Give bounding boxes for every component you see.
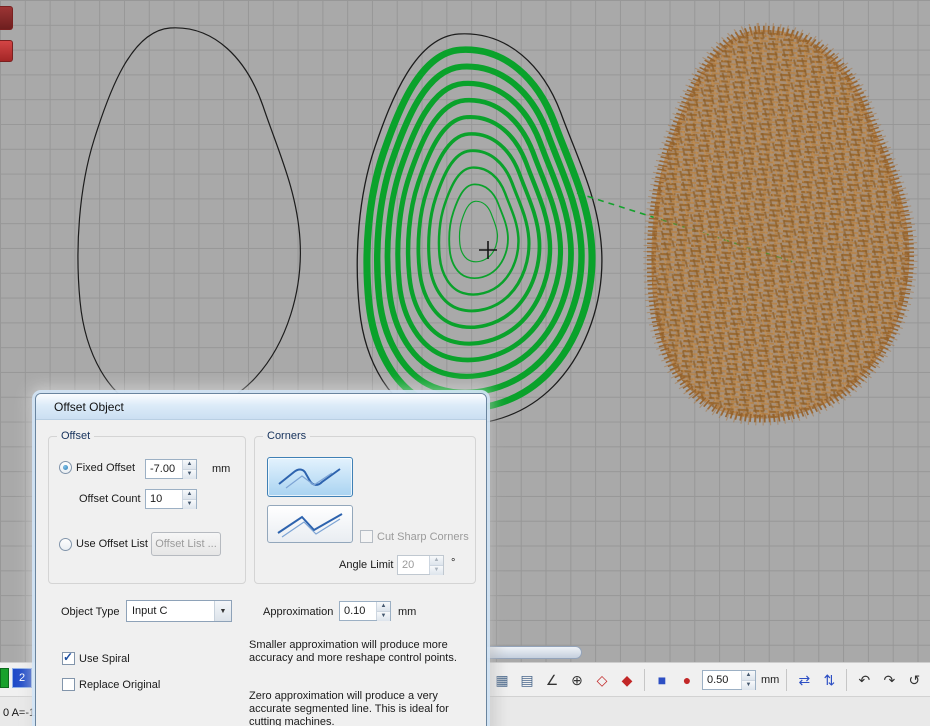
stitch-width-spinner[interactable]: ▲▼ bbox=[741, 671, 755, 689]
rotate-ccw-icon[interactable]: ↶ bbox=[854, 669, 874, 691]
stitch-width-unit: mm bbox=[761, 674, 779, 686]
offset-loop bbox=[429, 151, 529, 311]
origin-icon[interactable]: ⊕ bbox=[567, 669, 587, 691]
spin-down-icon[interactable]: ▼ bbox=[183, 470, 196, 479]
radio-dot-icon bbox=[63, 465, 68, 470]
angle-limit-unit: ° bbox=[451, 557, 455, 569]
toolbar-separator bbox=[644, 669, 645, 691]
rounded-corner-icon bbox=[274, 463, 346, 491]
approximation-unit: mm bbox=[398, 606, 416, 618]
transform-toolbar: ▦ ▤ ∠ ⊕ ◇ ◆ ■ ● 0.50 ▲▼ mm ⇄ ⇅ ↶ ↷ ↺ bbox=[492, 667, 924, 693]
sharp-corner-button[interactable] bbox=[267, 505, 353, 543]
replace-original-checkbox[interactable] bbox=[62, 678, 75, 691]
offset-list-button: Offset List ... bbox=[151, 532, 221, 556]
stitch-width-value: 0.50 bbox=[703, 671, 741, 689]
sharp-corner-icon bbox=[274, 510, 346, 538]
offset-loop bbox=[449, 184, 508, 278]
spin-up-icon[interactable]: ▲ bbox=[377, 602, 390, 612]
rotate-reset-icon[interactable]: ↺ bbox=[904, 669, 924, 691]
cut-sharp-corners-checkbox bbox=[360, 530, 373, 543]
fixed-offset-radio[interactable] bbox=[59, 461, 72, 474]
spin-down-icon[interactable]: ▼ bbox=[742, 681, 755, 690]
approximation-note-2: Zero approximation will produce a very a… bbox=[249, 690, 477, 726]
spin-down-icon[interactable]: ▼ bbox=[183, 500, 196, 509]
angle-limit-value: 20 bbox=[398, 556, 429, 574]
cut-sharp-corners-label: Cut Sharp Corners bbox=[377, 531, 469, 543]
offset-group-label: Offset bbox=[57, 430, 94, 442]
left-toolbar-partial-icon-1[interactable] bbox=[0, 6, 13, 30]
grid-icon[interactable]: ▦ bbox=[492, 669, 512, 691]
corners-group: Corners Cut Sharp Corners Angle Limit 20… bbox=[254, 436, 476, 584]
measure-icon[interactable]: ∠ bbox=[542, 669, 562, 691]
angle-limit-spinner: ▲▼ bbox=[429, 556, 443, 574]
app-window: 2 ▦ ▤ ∠ ⊕ ◇ ◆ ■ ● 0.50 ▲▼ mm ⇄ ⇅ ↶ ↷ ↺ bbox=[0, 0, 930, 726]
use-offset-list-label: Use Offset List bbox=[76, 538, 148, 550]
color-palette: 2 bbox=[0, 668, 32, 688]
rounded-corner-button[interactable] bbox=[267, 457, 353, 497]
outline-shape[interactable] bbox=[78, 28, 300, 415]
node-square-icon[interactable]: ■ bbox=[652, 669, 672, 691]
toolbar-separator bbox=[786, 669, 787, 691]
dialog-titlebar[interactable]: Offset Object bbox=[36, 394, 486, 420]
use-offset-list-radio[interactable] bbox=[59, 538, 72, 551]
fixed-offset-input[interactable]: -7.00 ▲▼ bbox=[145, 459, 197, 479]
object-type-label: Object Type bbox=[61, 606, 120, 618]
approximation-value: 0.10 bbox=[340, 602, 376, 620]
approximation-input[interactable]: 0.10 ▲▼ bbox=[339, 601, 391, 621]
spin-up-icon[interactable]: ▲ bbox=[183, 490, 196, 500]
spin-up-icon[interactable]: ▲ bbox=[742, 671, 755, 681]
offset-count-spinner[interactable]: ▲▼ bbox=[182, 490, 196, 508]
offset-count-input[interactable]: 10 ▲▼ bbox=[145, 489, 197, 509]
left-toolbar-partial-icon-2[interactable] bbox=[0, 40, 13, 62]
approximation-note-1: Smaller approximation will produce more … bbox=[249, 639, 477, 665]
replace-original-label: Replace Original bbox=[79, 679, 160, 691]
object-type-value: Input C bbox=[127, 601, 214, 621]
palette-item-selected[interactable]: 2 bbox=[12, 668, 32, 688]
offset-loop bbox=[418, 134, 539, 327]
spin-down-icon: ▼ bbox=[430, 566, 443, 575]
offset-object-dialog: Offset Object Offset Fixed Offset -7.00 … bbox=[35, 393, 487, 726]
object-type-select[interactable]: Input C ▼ bbox=[126, 600, 232, 622]
palette-color-green[interactable] bbox=[0, 668, 9, 688]
dialog-title: Offset Object bbox=[54, 400, 124, 414]
rotate-cw-icon[interactable]: ↷ bbox=[879, 669, 899, 691]
flip-vertical-icon[interactable]: ⇅ bbox=[819, 669, 839, 691]
offset-group: Offset Fixed Offset -7.00 ▲▼ mm Offset C… bbox=[48, 436, 246, 584]
use-spiral-checkbox[interactable]: ✓ bbox=[62, 652, 75, 665]
flip-horizontal-icon[interactable]: ⇄ bbox=[794, 669, 814, 691]
approximation-label: Approximation bbox=[263, 606, 333, 618]
crosshair-cursor-icon bbox=[479, 241, 497, 259]
spin-up-icon: ▲ bbox=[430, 556, 443, 566]
offset-count-label: Offset Count bbox=[79, 493, 141, 505]
use-spiral-label: Use Spiral bbox=[79, 653, 130, 665]
spin-down-icon[interactable]: ▼ bbox=[377, 612, 390, 621]
chevron-down-icon[interactable]: ▼ bbox=[214, 601, 231, 621]
angle-limit-label: Angle Limit bbox=[339, 559, 393, 571]
spiral-outline-path bbox=[357, 34, 602, 425]
approximation-spinner[interactable]: ▲▼ bbox=[376, 602, 390, 620]
angle-limit-input: 20 ▲▼ bbox=[397, 555, 444, 575]
spin-up-icon[interactable]: ▲ bbox=[183, 460, 196, 470]
node-circle-icon[interactable]: ● bbox=[677, 669, 697, 691]
horizontal-scrollbar-thumb[interactable] bbox=[478, 646, 582, 659]
offset-list-button-label: Offset List ... bbox=[155, 538, 217, 550]
template-icon[interactable]: ▤ bbox=[517, 669, 537, 691]
fixed-offset-value: -7.00 bbox=[146, 460, 182, 478]
fixed-offset-unit: mm bbox=[212, 463, 230, 475]
reshape-icon[interactable]: ◇ bbox=[592, 669, 612, 691]
outline-shape-path bbox=[78, 28, 300, 415]
toolbar-separator bbox=[846, 669, 847, 691]
offset-count-value: 10 bbox=[146, 490, 182, 508]
offset-loop bbox=[460, 201, 498, 262]
check-icon: ✓ bbox=[63, 650, 73, 664]
offset-spiral-shape[interactable] bbox=[357, 34, 602, 425]
stitched-shape[interactable] bbox=[651, 30, 909, 419]
stitch-edit-icon[interactable]: ◆ bbox=[617, 669, 637, 691]
stitch-width-input[interactable]: 0.50 ▲▼ bbox=[702, 670, 756, 690]
fixed-offset-spinner[interactable]: ▲▼ bbox=[182, 460, 196, 478]
fixed-offset-label: Fixed Offset bbox=[76, 462, 135, 474]
corners-group-label: Corners bbox=[263, 430, 310, 442]
